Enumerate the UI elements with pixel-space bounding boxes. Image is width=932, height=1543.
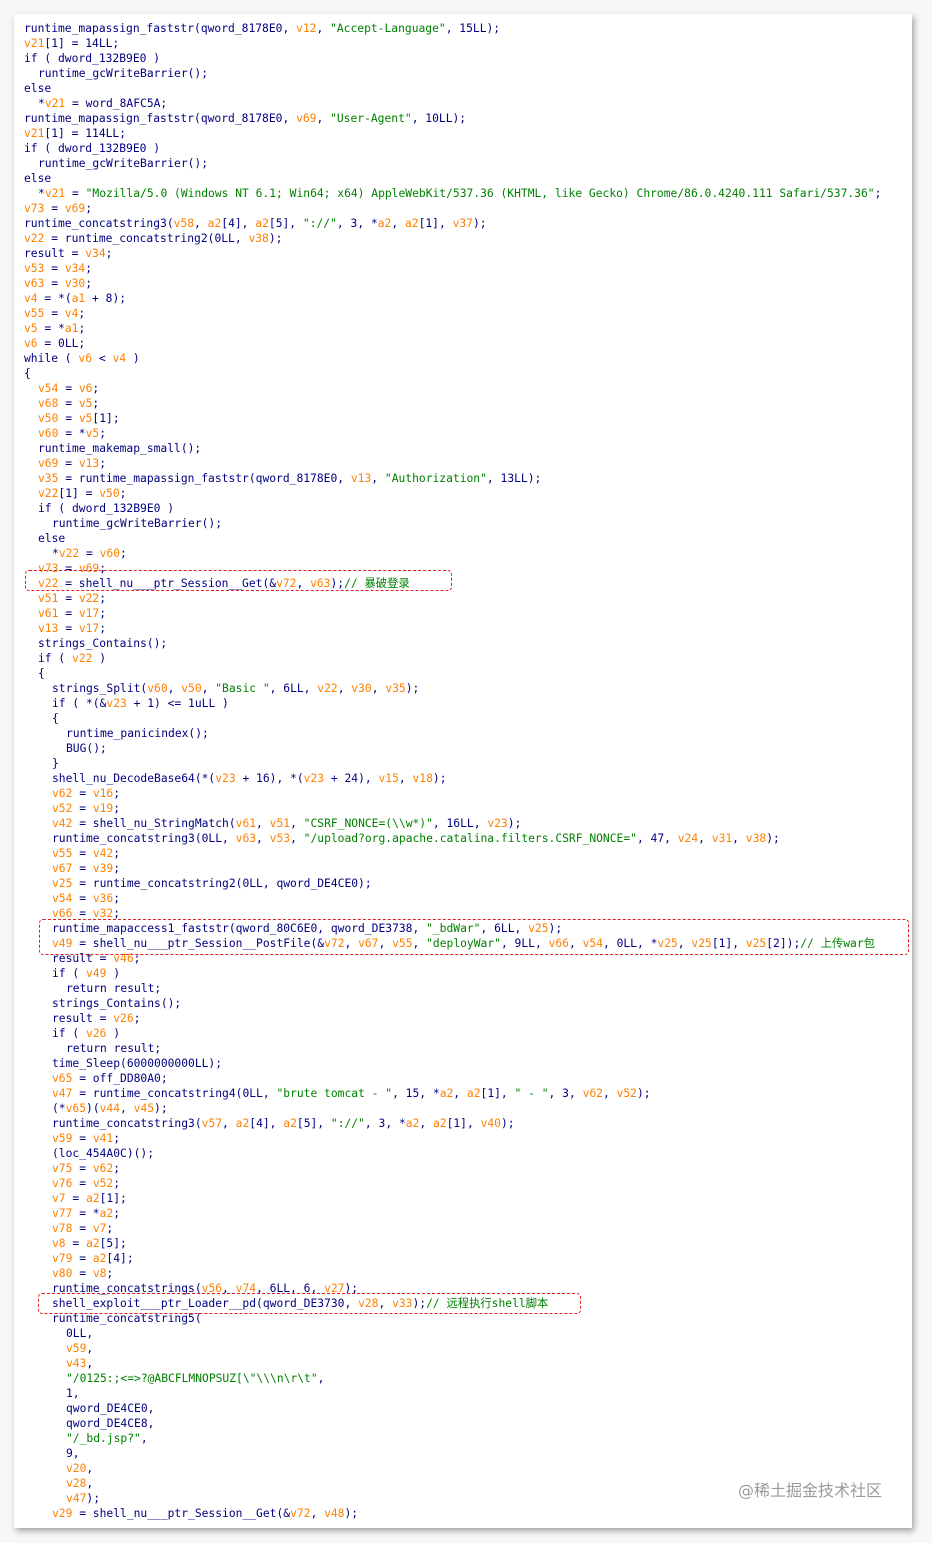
code-line: } — [52, 757, 59, 770]
code-line: v79 = a2[4]; — [52, 1252, 134, 1265]
code-line: *v21 = word_8AFC5A; — [38, 97, 168, 110]
highlight-box-brute-login — [25, 570, 452, 591]
code-line: strings_Split(v60, v50, "Basic ", 6LL, v… — [52, 682, 420, 695]
code-line: v73 = v69; — [24, 202, 93, 215]
code-line: v25 = runtime_concatstring2(0LL, qword_D… — [52, 877, 372, 890]
code-line: *v21 = "Mozilla/5.0 (Windows NT 6.1; Win… — [38, 187, 882, 200]
code-line: v52 = v19; — [52, 802, 121, 815]
code-line: runtime_concatstring3(v58, a2[4], a2[5],… — [24, 217, 487, 230]
code-line: 9, — [66, 1447, 80, 1460]
code-line: qword_DE4CE8, — [66, 1417, 155, 1430]
code-line: result = v26; — [52, 1012, 141, 1025]
code-line: if ( dword_132B9E0 ) — [24, 142, 161, 155]
highlight-box-remote-shell — [38, 1293, 581, 1314]
highlight-box-upload-war — [39, 919, 909, 955]
code-line: v67 = v39; — [52, 862, 121, 875]
code-line: v47 = runtime_concatstring4(0LL, "brute … — [52, 1087, 651, 1100]
code-line: v50 = v5[1]; — [38, 412, 120, 425]
code-line: v7 = a2[1]; — [52, 1192, 127, 1205]
code-line: if ( *(&v23 + 1) <= 1uLL ) — [52, 697, 229, 710]
code-line: qword_DE4CE0, — [66, 1402, 155, 1415]
code-line: if ( dword_132B9E0 ) — [24, 52, 161, 65]
code-line: v61 = v17; — [38, 607, 107, 620]
watermark: @稀土掘金技术社区 — [737, 1481, 882, 1500]
code-line: runtime_gcWriteBarrier(); — [38, 67, 209, 80]
code-line: v22 = runtime_concatstring2(0LL, v38); — [24, 232, 283, 245]
code-line: runtime_concatstring3(v57, a2[4], a2[5],… — [52, 1117, 515, 1130]
code-line: strings_Contains(); — [38, 637, 168, 650]
code-line: v8 = a2[5]; — [52, 1237, 127, 1250]
code-line: v35 = runtime_mapassign_faststr(qword_81… — [38, 472, 542, 485]
code-line: v21[1] = 114LL; — [24, 127, 127, 140]
code-line: v6 = 0LL; — [24, 337, 86, 350]
code-line: (loc_454A0C)(); — [52, 1147, 155, 1160]
code-line: while ( v6 < v4 ) — [24, 352, 140, 365]
code-line: (*v65)(v44, v45); — [52, 1102, 168, 1115]
code-line: v54 = v36; — [52, 892, 121, 905]
code-line: strings_Contains(); — [52, 997, 182, 1010]
code-line: v55 = v4; — [24, 307, 86, 320]
code-line: runtime_gcWriteBarrier(); — [52, 517, 223, 530]
code-line: result = v34; — [24, 247, 113, 260]
code-line: v54 = v6; — [38, 382, 100, 395]
code-line: if ( dword_132B9E0 ) — [38, 502, 175, 515]
code-line: if ( v22 ) — [38, 652, 107, 665]
code-line: BUG(); — [66, 742, 107, 755]
code-line: v5 = *a1; — [24, 322, 86, 335]
code-line: { — [24, 367, 31, 380]
code-line: runtime_makemap_small(); — [38, 442, 202, 455]
code-line: v4 = *(a1 + 8); — [24, 292, 127, 305]
code-line: v80 = v8; — [52, 1267, 114, 1280]
code-line: return result; — [66, 982, 162, 995]
code-line: { — [38, 667, 45, 680]
code-line: v59, — [66, 1342, 94, 1355]
code-line: v55 = v42; — [52, 847, 121, 860]
code-line: time_Sleep(6000000000LL); — [52, 1057, 223, 1070]
code-line: v59 = v41; — [52, 1132, 121, 1145]
code-line: else — [24, 172, 52, 185]
code-line: runtime_panicindex(); — [66, 727, 209, 740]
code-line: v69 = v13; — [38, 457, 107, 470]
code-line: else — [24, 82, 52, 95]
code-line: v60 = *v5; — [38, 427, 107, 440]
code-line: v21[1] = 14LL; — [24, 37, 120, 50]
code-line: v20, — [66, 1462, 94, 1475]
code-line: v51 = v22; — [38, 592, 107, 605]
code-line: return result; — [66, 1042, 162, 1055]
code-line: v68 = v5; — [38, 397, 100, 410]
code-line: v65 = off_DD80A0; — [52, 1072, 168, 1085]
code-line: else — [38, 532, 66, 545]
code-line: "/0125:;<=>?@ABCFLMNOPSUZ[\"\\\n\r\t", — [66, 1372, 325, 1385]
code-line: v77 = *a2; — [52, 1207, 121, 1220]
code-line: v29 = shell_nu___ptr_Session__Get(&v72, … — [52, 1507, 359, 1520]
code-line: v78 = v7; — [52, 1222, 114, 1235]
code-line: v62 = v16; — [52, 787, 121, 800]
code-line: 1, — [66, 1387, 80, 1400]
code-line: v75 = v62; — [52, 1162, 121, 1175]
code-line: runtime_mapassign_faststr(qword_8178E0, … — [24, 22, 501, 35]
code-line: v53 = v34; — [24, 262, 93, 275]
code-line: runtime_concatstring3(0LL, v63, v53, "/u… — [52, 832, 780, 845]
code-line: "/_bd.jsp?", — [66, 1432, 148, 1445]
code-line: runtime_gcWriteBarrier(); — [38, 157, 209, 170]
code-line: v22[1] = v50; — [38, 487, 127, 500]
code-line: if ( v49 ) — [52, 967, 121, 980]
code-line: *v22 = v60; — [52, 547, 127, 560]
code-line: { — [52, 712, 59, 725]
code-line: v13 = v17; — [38, 622, 107, 635]
code-line: 0LL, — [66, 1327, 94, 1340]
code-line: v76 = v52; — [52, 1177, 121, 1190]
code-line: shell_nu_DecodeBase64(*(v23 + 16), *(v23… — [52, 772, 447, 785]
code-line: if ( v26 ) — [52, 1027, 121, 1040]
code-line: v43, — [66, 1357, 94, 1370]
code-line: v42 = shell_nu_StringMatch(v61, v51, "CS… — [52, 817, 522, 830]
code-line: v63 = v30; — [24, 277, 93, 290]
code-viewer-panel: runtime_mapassign_faststr(qword_8178E0, … — [14, 14, 912, 1528]
code-line: runtime_mapassign_faststr(qword_8178E0, … — [24, 112, 467, 125]
